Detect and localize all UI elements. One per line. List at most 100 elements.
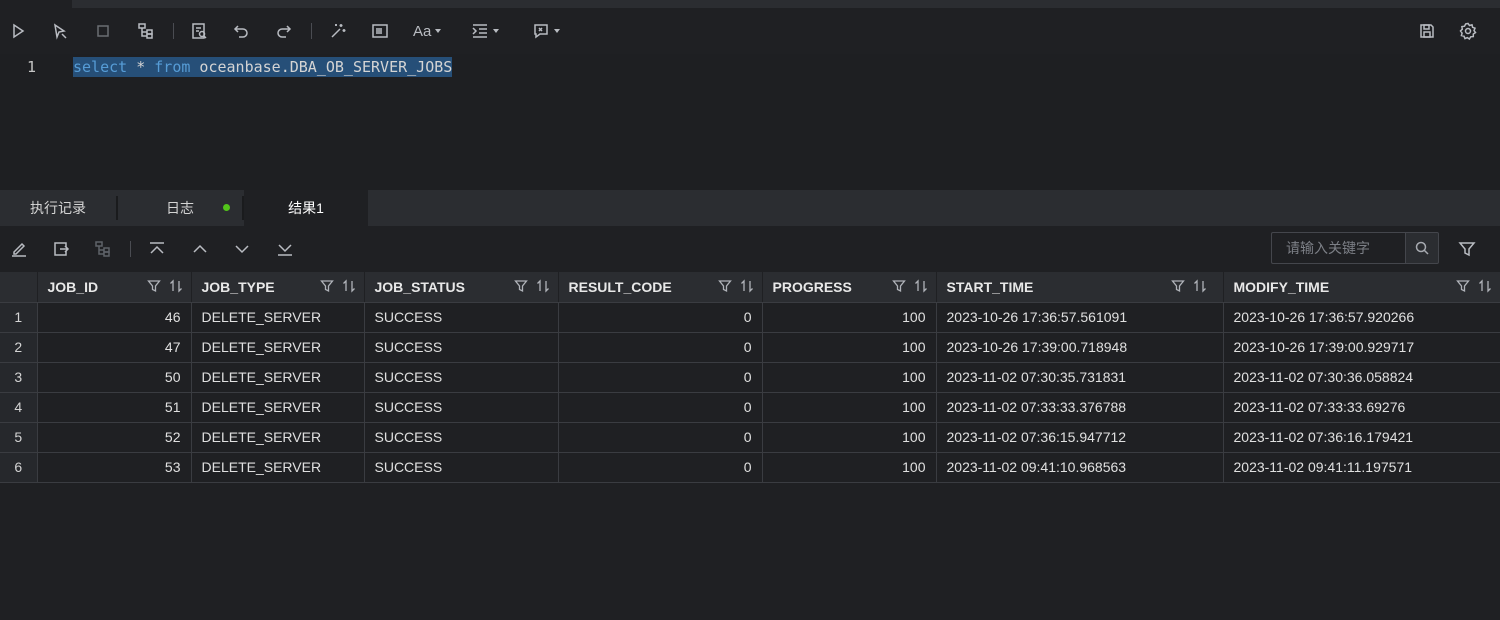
table-row[interactable]: 3 50 DELETE_SERVER SUCCESS 0 100 2023-11…: [0, 362, 1500, 393]
prev-row-icon[interactable]: [189, 238, 211, 260]
column-filter-icon[interactable]: [1455, 279, 1470, 293]
cell-start-time[interactable]: 2023-10-26 17:36:57.561091: [936, 302, 1224, 333]
stop-icon[interactable]: [92, 20, 114, 42]
indent-dropdown[interactable]: [471, 20, 500, 42]
cell-start-time[interactable]: 2023-10-26 17:39:00.718948: [936, 332, 1224, 363]
cell-start-time[interactable]: 2023-11-02 07:33:33.376788: [936, 392, 1224, 423]
sql-editor[interactable]: 1 select * from oceanbase.DBA_OB_SERVER_…: [0, 54, 1500, 190]
next-row-icon[interactable]: [231, 238, 253, 260]
cell-job-id[interactable]: 53: [37, 452, 192, 483]
beautify-icon[interactable]: [327, 20, 349, 42]
filter-icon[interactable]: [1456, 238, 1478, 260]
cell-modify-time[interactable]: 2023-11-02 07:36:16.179421: [1223, 422, 1500, 453]
cell-job-id[interactable]: 47: [37, 332, 192, 363]
tab-history[interactable]: 执行记录: [0, 190, 116, 226]
cell-start-time[interactable]: 2023-11-02 09:41:10.968563: [936, 452, 1224, 483]
column-header[interactable]: MODIFY_TIME: [1223, 272, 1500, 303]
cell-job-id[interactable]: 52: [37, 422, 192, 453]
undo-icon[interactable]: [230, 20, 252, 42]
cell-job-id[interactable]: 50: [37, 362, 192, 393]
cell-result-code[interactable]: 0: [558, 422, 763, 453]
cell-progress[interactable]: 100: [762, 362, 937, 393]
cell-progress[interactable]: 100: [762, 422, 937, 453]
settings-icon[interactable]: [1457, 20, 1479, 42]
column-filter-icon[interactable]: [717, 279, 732, 293]
first-row-icon[interactable]: [146, 238, 168, 260]
cell-job-type[interactable]: DELETE_SERVER: [191, 392, 365, 423]
column-header[interactable]: JOB_ID: [37, 272, 192, 303]
cell-start-time[interactable]: 2023-11-02 07:30:35.731831: [936, 362, 1224, 393]
cell-modify-time[interactable]: 2023-11-02 09:41:11.197571: [1223, 452, 1500, 483]
cell-job-status[interactable]: SUCCESS: [364, 332, 559, 363]
column-sort-icon[interactable]: [1478, 279, 1492, 293]
cell-result-code[interactable]: 0: [558, 302, 763, 333]
column-header[interactable]: PROGRESS: [762, 272, 937, 303]
cell-progress[interactable]: 100: [762, 392, 937, 423]
cell-job-type[interactable]: DELETE_SERVER: [191, 332, 365, 363]
cell-result-code[interactable]: 0: [558, 362, 763, 393]
snippet-icon[interactable]: [369, 20, 391, 42]
cell-job-type[interactable]: DELETE_SERVER: [191, 362, 365, 393]
run-selected-icon[interactable]: [49, 20, 71, 42]
cell-start-time[interactable]: 2023-11-02 07:36:15.947712: [936, 422, 1224, 453]
toolbar-divider: [173, 23, 174, 39]
column-sort-icon[interactable]: [169, 279, 183, 293]
column-filter-icon[interactable]: [319, 279, 334, 293]
column-header[interactable]: JOB_TYPE: [191, 272, 365, 303]
search-button[interactable]: [1405, 232, 1439, 264]
cell-job-type[interactable]: DELETE_SERVER: [191, 452, 365, 483]
column-header[interactable]: RESULT_CODE: [558, 272, 763, 303]
run-icon[interactable]: [7, 20, 29, 42]
format-icon[interactable]: [188, 20, 210, 42]
cell-job-status[interactable]: SUCCESS: [364, 452, 559, 483]
cell-job-status[interactable]: SUCCESS: [364, 422, 559, 453]
cell-progress[interactable]: 100: [762, 452, 937, 483]
column-sort-icon[interactable]: [914, 279, 928, 293]
cell-job-id[interactable]: 46: [37, 302, 192, 333]
horizontal-scrollbar[interactable]: [72, 0, 1500, 8]
font-case-dropdown[interactable]: Aa: [413, 20, 442, 42]
cell-job-status[interactable]: SUCCESS: [364, 392, 559, 423]
column-filter-icon[interactable]: [1170, 279, 1185, 293]
cell-result-code[interactable]: 0: [558, 332, 763, 363]
cell-modify-time[interactable]: 2023-10-26 17:39:00.929717: [1223, 332, 1500, 363]
column-filter-icon[interactable]: [146, 279, 161, 293]
cell-job-type[interactable]: DELETE_SERVER: [191, 302, 365, 333]
redo-icon[interactable]: [273, 20, 295, 42]
cell-modify-time[interactable]: 2023-10-26 17:36:57.920266: [1223, 302, 1500, 333]
sql-line[interactable]: select * from oceanbase.DBA_OB_SERVER_JO…: [73, 57, 453, 77]
search-input[interactable]: [1272, 233, 1405, 263]
cell-progress[interactable]: 100: [762, 302, 937, 333]
column-title: RESULT_CODE: [568, 278, 672, 295]
cell-result-code[interactable]: 0: [558, 392, 763, 423]
save-icon[interactable]: [1416, 20, 1438, 42]
comment-dropdown[interactable]: [532, 20, 561, 42]
explain-icon[interactable]: [135, 20, 157, 42]
cell-job-id[interactable]: 51: [37, 392, 192, 423]
export-icon[interactable]: [50, 238, 72, 260]
column-header[interactable]: JOB_STATUS: [364, 272, 559, 303]
cell-job-status[interactable]: SUCCESS: [364, 362, 559, 393]
last-row-icon[interactable]: [274, 238, 296, 260]
cell-modify-time[interactable]: 2023-11-02 07:33:33.69276: [1223, 392, 1500, 423]
tab-result-1[interactable]: 结果1: [244, 190, 368, 226]
table-row[interactable]: 5 52 DELETE_SERVER SUCCESS 0 100 2023-11…: [0, 422, 1500, 453]
cell-progress[interactable]: 100: [762, 332, 937, 363]
cell-modify-time[interactable]: 2023-11-02 07:30:36.058824: [1223, 362, 1500, 393]
table-row[interactable]: 6 53 DELETE_SERVER SUCCESS 0 100 2023-11…: [0, 452, 1500, 483]
cell-result-code[interactable]: 0: [558, 452, 763, 483]
cell-job-type[interactable]: DELETE_SERVER: [191, 422, 365, 453]
table-row[interactable]: 2 47 DELETE_SERVER SUCCESS 0 100 2023-10…: [0, 332, 1500, 363]
column-sort-icon[interactable]: [740, 279, 754, 293]
column-sort-icon[interactable]: [536, 279, 550, 293]
column-sort-icon[interactable]: [342, 279, 356, 293]
cell-job-status[interactable]: SUCCESS: [364, 302, 559, 333]
column-sort-icon[interactable]: [1193, 279, 1207, 293]
edit-icon[interactable]: [8, 238, 30, 260]
table-row[interactable]: 1 46 DELETE_SERVER SUCCESS 0 100 2023-10…: [0, 302, 1500, 333]
column-filter-icon[interactable]: [513, 279, 528, 293]
column-filter-icon[interactable]: [891, 279, 906, 293]
table-row[interactable]: 4 51 DELETE_SERVER SUCCESS 0 100 2023-11…: [0, 392, 1500, 423]
column-header[interactable]: START_TIME: [936, 272, 1224, 303]
tree-icon[interactable]: [92, 238, 114, 260]
